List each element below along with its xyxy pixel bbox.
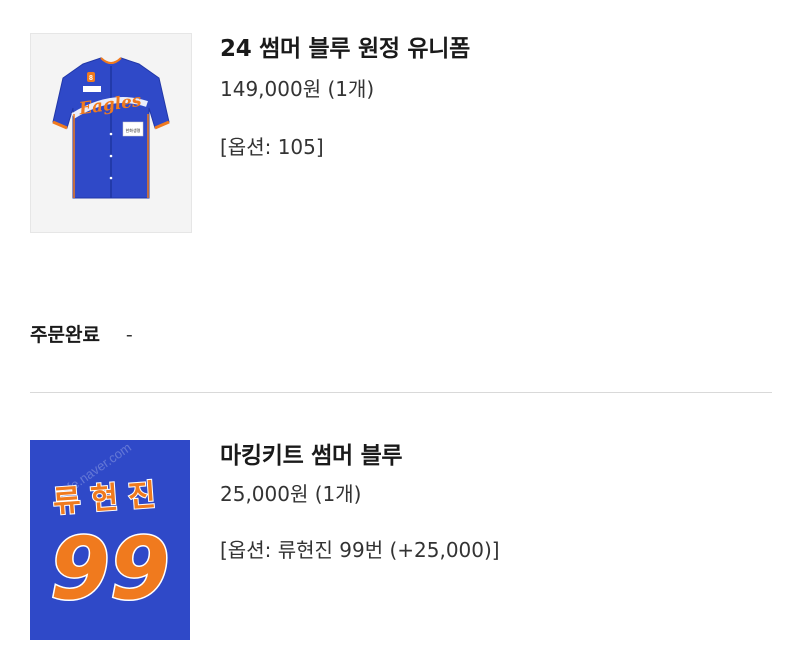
item-option: [옵션: 류현진 99번 (+25,000)] — [220, 538, 500, 562]
item-info: 24 썸머 블루 원정 유니폼 149,000원 (1개) [옵션: 105] — [220, 33, 760, 161]
item-title[interactable]: 24 썸머 블루 원정 유니폼 — [220, 33, 760, 65]
item-price: 25,000원 (1개) — [220, 482, 362, 506]
marking-number-text: 99 — [50, 519, 170, 619]
marking-kit-thumbnail[interactable]: cafe.naver.com 류현진 99 — [30, 440, 190, 640]
order-status-label: 주문완료 — [30, 324, 100, 346]
jersey-chest-patch: 한화생명 — [126, 127, 141, 133]
jersey-image: 8 Eagles 한화생명 — [52, 57, 170, 199]
jersey-thumbnail[interactable]: 8 Eagles 한화생명 — [30, 33, 192, 233]
item-price: 149,000원 (1개) — [220, 77, 375, 101]
marking-kit-image: cafe.naver.com 류현진 99 — [30, 440, 190, 640]
jersey-number-patch: 8 — [89, 75, 93, 82]
item-info: 마킹키트 썸머 블루 25,000원 (1개) [옵션: 류현진 99번 (+2… — [220, 440, 760, 564]
item-option: [옵션: 105] — [220, 135, 324, 159]
divider — [30, 392, 772, 393]
order-status: 주문완료 - — [30, 320, 133, 350]
order-status-value: - — [125, 324, 133, 346]
item-title[interactable]: 마킹키트 썸머 블루 — [220, 440, 760, 472]
